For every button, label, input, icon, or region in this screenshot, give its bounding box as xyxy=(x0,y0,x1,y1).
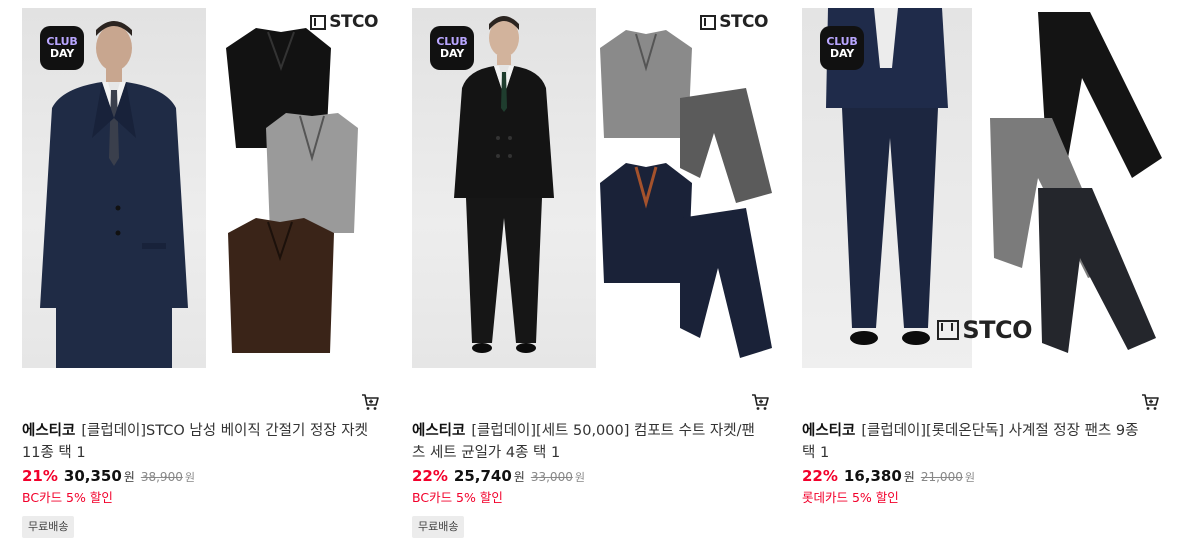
club-day-badge: CLUB DAY xyxy=(430,26,474,70)
free-shipping-badge: 무료배송 xyxy=(412,516,465,538)
sale-price: 16,380 xyxy=(843,467,902,485)
product-card[interactable]: CLUB DAY STCO xyxy=(22,8,382,548)
brand-logo: STCO xyxy=(937,316,1032,344)
brand-name: 에스티코 xyxy=(412,423,466,439)
brand-logo: STCO xyxy=(310,12,378,32)
sale-price: 25,740 xyxy=(453,467,512,485)
model-photo: CLUB DAY xyxy=(802,8,972,368)
brand-logo-text: STCO xyxy=(329,12,378,32)
product-image[interactable]: CLUB DAY STCO xyxy=(22,8,382,368)
club-day-badge: CLUB DAY xyxy=(40,26,84,70)
stco-logo-icon xyxy=(937,320,960,340)
brand-name: 에스티코 xyxy=(802,423,856,439)
suit-set-illustration xyxy=(600,30,772,358)
original-price: 21,000 xyxy=(920,470,963,484)
price-currency: 원 xyxy=(903,470,915,484)
card-discount-promo: BC카드 5% 할인 xyxy=(22,490,113,505)
jackets-illustration xyxy=(226,28,358,353)
product-title[interactable]: 에스티코 [클럽데이][세트 50,000] 컴포트 수트 자켓/팬츠 세트 균일… xyxy=(412,420,762,464)
brand-name: 에스티코 xyxy=(22,423,76,439)
original-price: 38,900 xyxy=(140,470,183,484)
price-currency: 원 xyxy=(513,470,525,484)
product-card[interactable]: CLUB DAY STCO xyxy=(412,8,772,548)
cart-icon[interactable] xyxy=(750,392,770,412)
discount-rate: 22% xyxy=(802,467,838,485)
product-card[interactable]: CLUB DAY STCO xyxy=(802,8,1162,548)
club-day-badge: CLUB DAY xyxy=(820,26,864,70)
product-image[interactable]: CLUB DAY STCO xyxy=(412,8,772,368)
product-flatlay: STCO xyxy=(206,8,382,368)
brand-logo: STCO xyxy=(700,12,768,32)
cart-icon[interactable] xyxy=(360,392,380,412)
price-row: 22% 16,380 원 21,000 원 xyxy=(802,467,975,485)
brand-logo-text: STCO xyxy=(962,316,1032,344)
sale-price: 30,350 xyxy=(63,467,122,485)
cart-icon[interactable] xyxy=(1140,392,1160,412)
stco-logo-icon xyxy=(310,14,327,30)
product-flatlay: STCO xyxy=(937,8,1162,368)
card-discount-promo: 롯데카드 5% 할인 xyxy=(802,490,899,505)
model-photo: CLUB DAY xyxy=(22,8,206,368)
free-shipping-badge: 무료배송 xyxy=(22,516,75,538)
club-badge-line2: DAY xyxy=(830,47,854,60)
club-badge-line2: DAY xyxy=(440,47,464,60)
original-currency: 원 xyxy=(184,471,195,484)
card-discount-promo: BC카드 5% 할인 xyxy=(412,490,503,505)
club-badge-line2: DAY xyxy=(50,47,74,60)
price-row: 21% 30,350 원 38,900 원 xyxy=(22,467,195,485)
brand-logo-text: STCO xyxy=(719,12,768,32)
product-title[interactable]: 에스티코 [클럽데이]STCO 남성 베이직 간절기 정장 자켓 11종 택 1 xyxy=(22,420,372,464)
price-row: 22% 25,740 원 33,000 원 xyxy=(412,467,585,485)
model-photo: CLUB DAY xyxy=(412,8,596,368)
product-flatlay: STCO xyxy=(596,8,772,368)
original-price: 33,000 xyxy=(530,470,573,484)
original-currency: 원 xyxy=(574,471,585,484)
product-title[interactable]: 에스티코 [클럽데이][롯데온단독] 사계절 정장 팬츠 9종 택 1 xyxy=(802,420,1152,464)
product-grid: CLUB DAY STCO 에스티코 [클럽데이]STCO 남성 베이직 간절기… xyxy=(0,0,1177,551)
discount-rate: 21% xyxy=(22,467,58,485)
original-currency: 원 xyxy=(964,471,975,484)
discount-rate: 22% xyxy=(412,467,448,485)
pants-illustration xyxy=(990,12,1162,353)
product-image[interactable]: CLUB DAY STCO xyxy=(802,8,1162,368)
stco-logo-icon xyxy=(700,14,717,30)
price-currency: 원 xyxy=(123,470,135,484)
